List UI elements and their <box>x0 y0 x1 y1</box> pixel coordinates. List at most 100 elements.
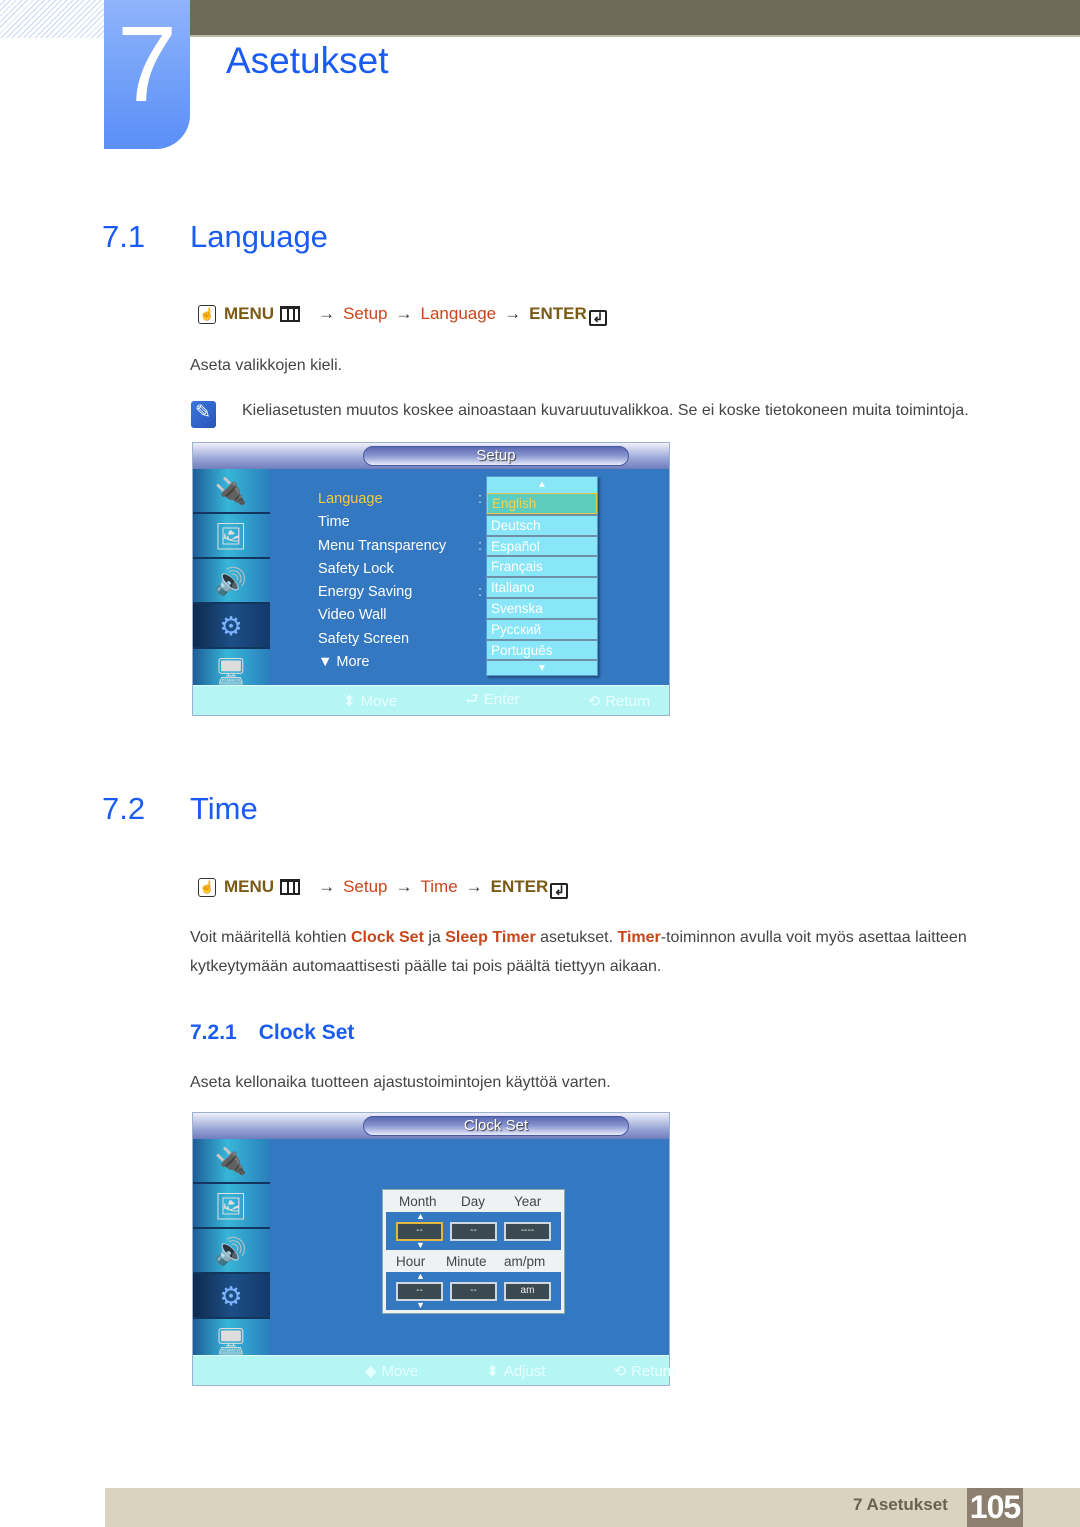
sidebar-item-sound[interactable]: 🔊 <box>193 559 270 604</box>
language-option-italiano[interactable]: Italiano <box>487 576 597 597</box>
path-arrow: → <box>318 877 336 896</box>
section-number: 7.2 <box>102 791 146 826</box>
language-option-russian[interactable]: Русский <box>487 617 597 639</box>
footer-move: ⬍ Move <box>343 693 398 710</box>
sidebar-item-setup[interactable]: ⚙ <box>193 1274 270 1319</box>
sidebar-item-picture[interactable]: 🖼 <box>193 514 270 559</box>
remote-hand-icon: ☝ <box>198 877 216 897</box>
time-labels: Hour Minute am/pm <box>383 1250 564 1272</box>
label-month: Month <box>399 1193 437 1209</box>
ampm-field[interactable]: am <box>504 1282 551 1301</box>
language-option-espanol[interactable]: Español <box>487 534 597 556</box>
year-field[interactable]: ---- <box>504 1222 551 1241</box>
osd-footer: ◆ Move ⬍ Adjust ⟲ Return <box>193 1355 676 1385</box>
path-step-setup: Setup <box>343 877 388 896</box>
time-description: Voit määritellä kohtien Clock Set ja Sle… <box>190 929 967 975</box>
footer-enter: ⮐ Enter <box>465 690 520 708</box>
path-arrow: → <box>465 877 483 896</box>
day-field[interactable]: -- <box>450 1222 497 1241</box>
return-icon: ⟲ <box>587 693 601 710</box>
language-option-deutsch[interactable]: Deutsch <box>487 513 597 535</box>
label-year: Year <box>514 1193 542 1209</box>
sidebar-item-input[interactable]: 🔌 <box>193 469 270 514</box>
sidebar-item-input[interactable]: 🔌 <box>193 1139 270 1184</box>
path-enter: ENTER <box>529 304 587 323</box>
hour-field[interactable]: -- <box>396 1282 443 1301</box>
language-option-svenska[interactable]: Svenska <box>487 596 597 618</box>
enter-key-icon: ↲ <box>588 310 607 326</box>
picture-icon: 🖼 <box>214 1191 248 1221</box>
language-option-francais[interactable]: Français <box>487 555 597 576</box>
move-arrows-icon: ⬍ <box>343 693 356 710</box>
path-step-setup: Setup <box>343 304 388 323</box>
time-row: ▲ -- -- am ▼ <box>386 1272 561 1310</box>
menu-grid-icon <box>280 306 301 322</box>
subsection-heading-clock-set: 7.2.1 Clock Set <box>190 1021 354 1045</box>
language-option-english[interactable]: English <box>487 493 597 514</box>
menu-item-time[interactable]: Time <box>318 514 488 537</box>
setup-gear-icon: ⚙ <box>219 1281 243 1311</box>
language-dropdown[interactable]: ▲ English Deutsch Español Français Itali… <box>486 476 598 677</box>
footer-return: ⟲ Return <box>587 693 651 710</box>
path-arrow: → <box>504 304 522 323</box>
menu-item-language[interactable]: Language: <box>318 491 488 514</box>
footer-adjust: ⬍ Adjust <box>486 1363 546 1380</box>
menu-item-menu-transparency[interactable]: Menu Transparency: <box>318 538 488 561</box>
multi-control-icon: 🖥 <box>214 1326 248 1356</box>
footer-return: ⟲ Return <box>613 1363 677 1380</box>
language-option-portugues[interactable]: Português <box>487 638 597 660</box>
path-arrow: → <box>318 304 336 323</box>
osd-header: Setup <box>193 443 669 469</box>
section-title: Language <box>190 219 328 254</box>
enter-icon: ⮐ <box>465 690 479 708</box>
path-arrow: → <box>395 304 413 323</box>
page-number: 105 <box>967 1488 1023 1527</box>
osd-setup-menu: Setup 🔌 🖼 🔊 ⚙ 🖥 Language: Time Menu Tran… <box>192 442 670 716</box>
label-day: Day <box>461 1193 486 1209</box>
label-minute: Minute <box>446 1253 487 1269</box>
path-enter: ENTER <box>490 877 549 896</box>
enter-key-icon: ↲ <box>550 883 569 899</box>
note-pencil-icon <box>191 401 216 428</box>
osd-footer: ⬍ Move ⮐ Enter ⟲ Return <box>193 685 669 715</box>
menu-item-video-wall[interactable]: Video Wall <box>318 607 488 630</box>
scroll-down-icon[interactable]: ▼ <box>487 659 597 675</box>
menu-item-safety-lock[interactable]: Safety Lock <box>318 561 488 584</box>
setup-gear-icon: ⚙ <box>219 611 243 641</box>
footer-move: ◆ Move <box>365 1363 419 1380</box>
header-bar <box>184 0 1080 37</box>
increase-arrow-icon[interactable]: ▲ <box>416 1272 425 1281</box>
sidebar-item-setup[interactable]: ⚙ <box>193 604 270 649</box>
label-hour: Hour <box>396 1253 426 1269</box>
menu-item-more[interactable]: ▼ More <box>318 654 488 677</box>
language-note: Kieliasetusten muutos koskee ainoastaan … <box>242 402 969 419</box>
osd-clock-set: Clock Set 🔌 🖼 🔊 ⚙ 🖥 Month Day Year ▲ -- … <box>192 1112 676 1386</box>
menu-grid-icon <box>280 879 301 895</box>
decrease-arrow-icon[interactable]: ▼ <box>416 1301 425 1310</box>
return-icon: ⟲ <box>613 1363 627 1380</box>
month-field[interactable]: -- <box>396 1222 443 1241</box>
menu-item-safety-screen[interactable]: Safety Screen <box>318 631 488 654</box>
osd-title: Setup <box>363 446 629 466</box>
path-arrow: → <box>395 877 413 896</box>
sidebar-item-picture[interactable]: 🖼 <box>193 1184 270 1229</box>
decrease-arrow-icon[interactable]: ▼ <box>416 1241 425 1250</box>
sidebar-item-sound[interactable]: 🔊 <box>193 1229 270 1274</box>
section-title: Time <box>190 791 258 826</box>
label-ampm: am/pm <box>504 1253 546 1269</box>
menu-path-language: ☝ MENU → Setup → Language → ENTER ↲ <box>198 304 607 326</box>
clock-set-description: Aseta kellonaika tuotteen ajastustoimint… <box>190 1074 611 1091</box>
osd-title: Clock Set <box>363 1116 629 1136</box>
picture-icon: 🖼 <box>214 521 248 551</box>
header-hatch-decoration <box>0 0 104 38</box>
path-step-language: Language <box>420 304 497 323</box>
menu-path-time: ☝ MENU → Setup → Time → ENTER ↲ <box>198 877 569 899</box>
clock-set-box: Month Day Year ▲ -- -- ---- ▼ Hour Minut… <box>382 1189 565 1314</box>
move-lr-icon: ◆ <box>365 1363 377 1380</box>
input-icon: 🔌 <box>214 1146 248 1176</box>
minute-field[interactable]: -- <box>450 1282 497 1301</box>
scroll-up-icon[interactable]: ▲ <box>487 477 597 493</box>
menu-item-energy-saving[interactable]: Energy Saving: <box>318 584 488 607</box>
path-step-time: Time <box>420 877 458 896</box>
increase-arrow-icon[interactable]: ▲ <box>416 1212 425 1221</box>
